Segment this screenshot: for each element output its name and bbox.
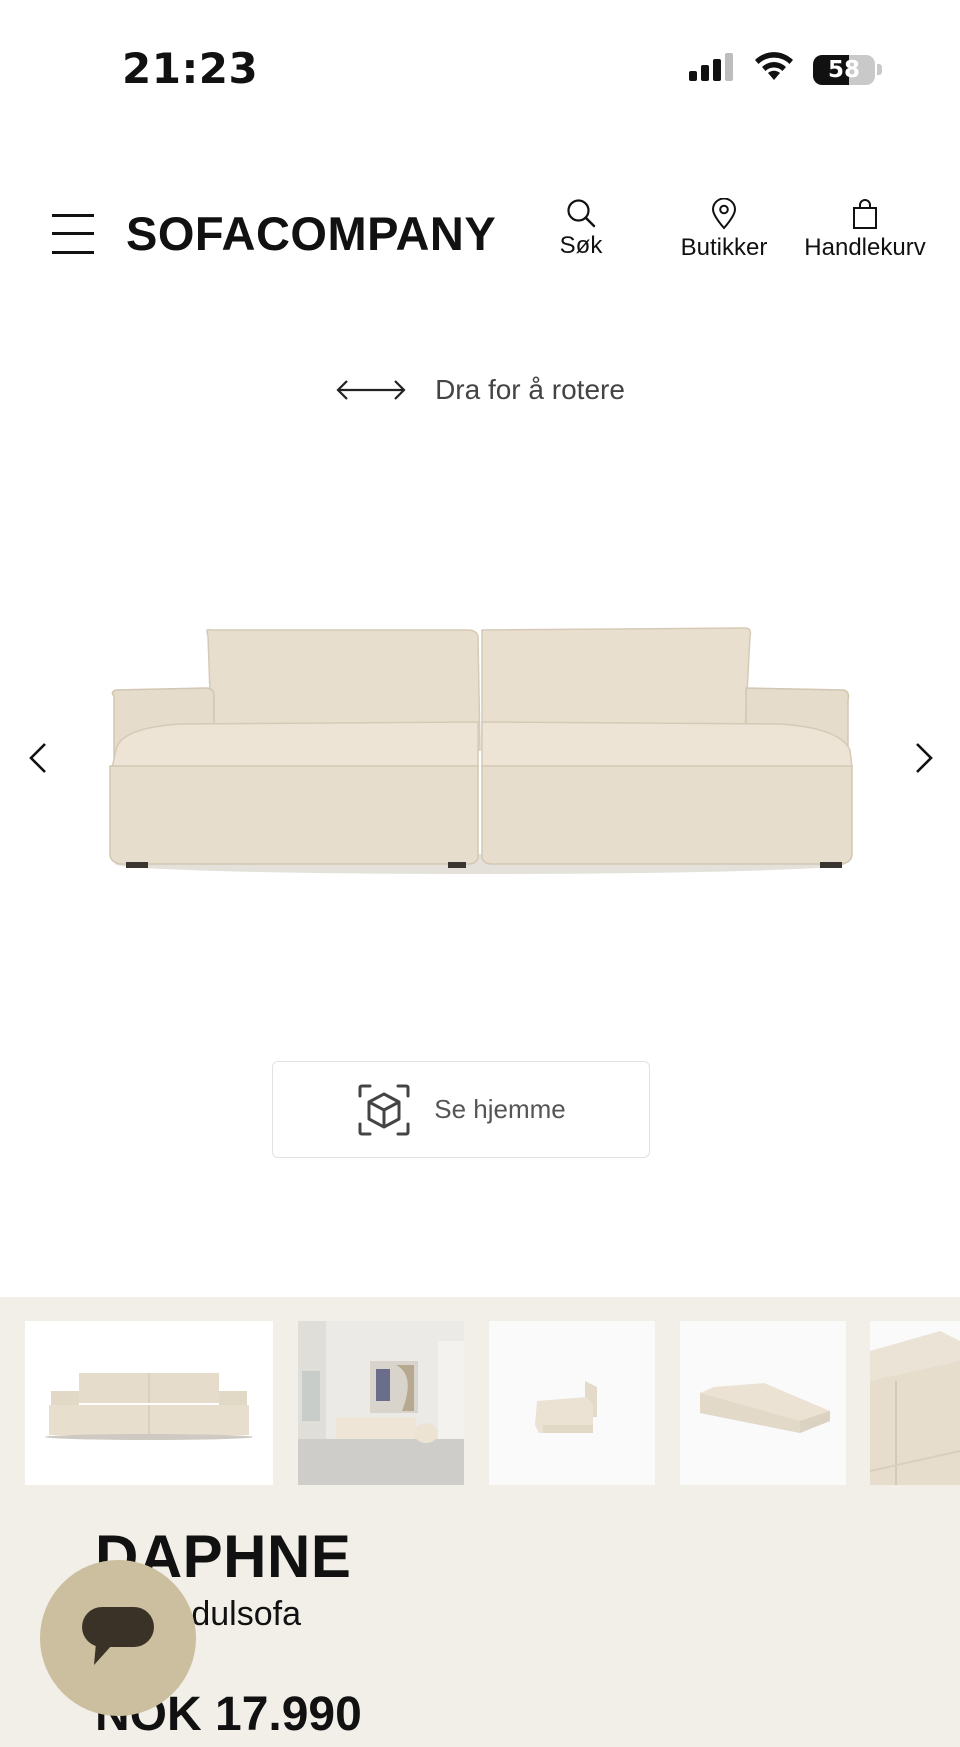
sofa-side-thumbnail-image	[535, 1381, 597, 1433]
cart-label: Handlekurv	[804, 234, 926, 261]
next-image-button[interactable]	[908, 740, 938, 776]
battery-tip	[877, 64, 882, 75]
chevron-right-icon	[916, 743, 933, 773]
cellular-signal-icon	[689, 53, 735, 86]
search-label: Søk	[559, 232, 603, 259]
sofa-thumbnail-image	[45, 1373, 253, 1440]
cart-button[interactable]: Handlekurv	[798, 198, 932, 262]
chat-button[interactable]	[40, 1560, 196, 1716]
view-at-home-button[interactable]: Se hjemme	[272, 1061, 650, 1158]
thumbnail-strip[interactable]	[25, 1321, 960, 1485]
previous-image-button[interactable]	[24, 740, 54, 776]
product-3d-viewer[interactable]	[80, 600, 880, 880]
thumbnail-room[interactable]	[298, 1321, 464, 1485]
battery-icon: 58	[813, 54, 875, 85]
menu-line-icon	[52, 251, 94, 254]
menu-line-icon	[52, 232, 94, 235]
battery-percent: 58	[827, 56, 860, 83]
status-bar: 21:23 58	[0, 0, 960, 140]
brand-logo[interactable]: SOFACOMPANY	[126, 206, 496, 261]
menu-line-icon	[52, 214, 94, 217]
chat-bubble-icon	[82, 1607, 154, 1665]
product-page: 21:23 58 SOFACOMPANY Søk Butikker Handle…	[0, 0, 960, 1747]
view-at-home-label: Se hjemme	[434, 1094, 566, 1124]
stores-button[interactable]: Butikker	[674, 198, 774, 262]
sofa-image	[109, 627, 853, 874]
chevron-left-icon	[29, 743, 46, 773]
sofa-angle-thumbnail-image	[700, 1383, 830, 1433]
thumbnail-detail[interactable]	[870, 1321, 960, 1485]
search-icon	[567, 199, 596, 228]
stores-label: Butikker	[680, 234, 768, 261]
wifi-icon	[753, 52, 795, 87]
hamburger-menu-button[interactable]	[52, 212, 94, 256]
sofa-detail-thumbnail-image	[870, 1331, 960, 1485]
thumbnail-angle[interactable]	[680, 1321, 846, 1485]
status-icons: 58	[689, 52, 882, 87]
site-header: SOFACOMPANY Søk Butikker Handlekurv	[0, 190, 960, 280]
shopping-bag-icon	[853, 199, 877, 229]
rotate-hint-text: Dra for å rotere	[435, 374, 625, 405]
room-thumbnail-image	[298, 1321, 464, 1485]
search-button[interactable]: Søk	[556, 198, 606, 260]
double-arrow-icon	[336, 380, 406, 400]
ar-cube-icon	[358, 1084, 410, 1135]
thumbnail-side[interactable]	[489, 1321, 655, 1485]
thumbnail-front[interactable]	[25, 1321, 273, 1485]
status-time: 21:23	[122, 44, 259, 93]
rotate-hint: Dra for å rotere	[0, 374, 960, 406]
map-pin-icon	[711, 198, 737, 230]
